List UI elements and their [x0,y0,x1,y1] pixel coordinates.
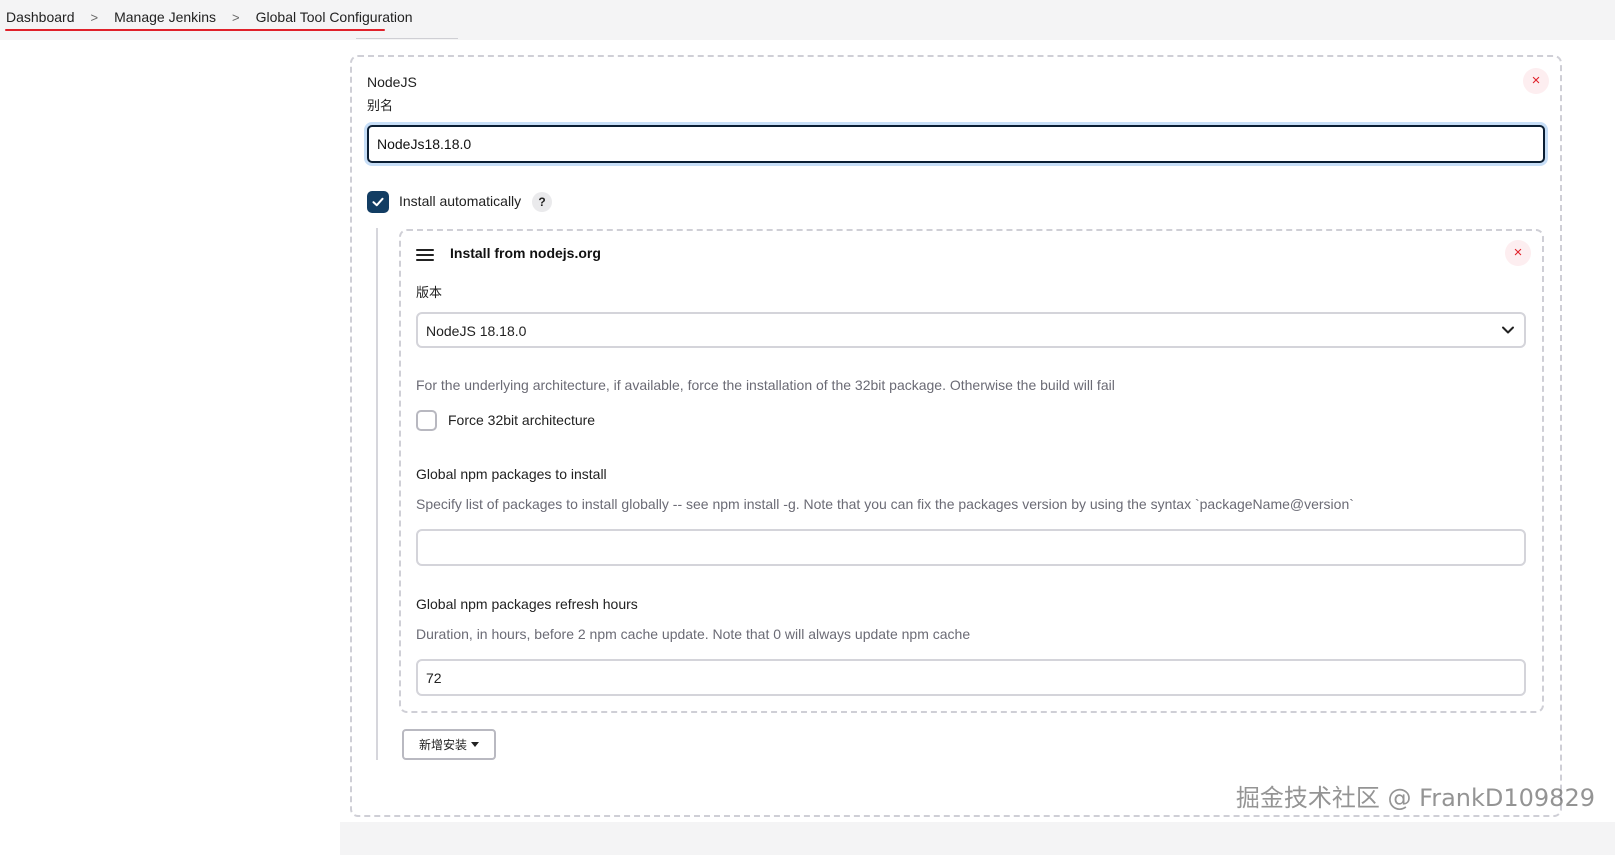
arch-description: For the underlying architecture, if avai… [416,377,1115,393]
watermark: 掘金技术社区 @ FrankD109829 [1235,784,1595,812]
npm-packages-label: Global npm packages to install [416,466,607,482]
breadcrumb-dashboard[interactable]: Dashboard [6,9,75,25]
check-icon [372,197,384,207]
chevron-right-icon: > [232,9,240,25]
name-input-focus-ring [364,122,1548,166]
install-automatically-checkbox[interactable] [367,191,389,213]
close-icon: × [1531,72,1541,89]
add-installer-button[interactable]: 新增安装 [402,729,496,760]
remove-installer-button[interactable]: × [1505,240,1531,266]
breadcrumb-global-tool-configuration[interactable]: Global Tool Configuration [256,9,413,25]
refresh-hours-label: Global npm packages refresh hours [416,596,638,612]
bottom-bar [340,822,1615,855]
nested-indent-line [376,228,378,760]
npm-packages-description: Specify list of packages to install glob… [416,496,1354,512]
caret-down-icon [471,742,479,747]
breadcrumb-highlight-underline [5,29,385,31]
breadcrumb: Dashboard > Manage Jenkins > Global Tool… [6,9,413,25]
drag-handle-icon[interactable] [416,246,434,262]
refresh-hours-description: Duration, in hours, before 2 npm cache u… [416,626,971,642]
add-installer-label: 新增安装 [418,738,467,752]
chevron-right-icon: > [90,9,99,25]
refresh-hours-input[interactable] [416,659,1526,696]
version-select-value: NodeJS 18.18.0 [426,323,527,339]
version-select[interactable]: NodeJS 18.18.0 [416,312,1526,348]
chevron-down-icon [1502,326,1514,334]
alias-label: 别名 [367,98,394,113]
tool-type-label: NodeJS [367,74,417,90]
remove-installation-button[interactable]: × [1523,68,1549,94]
installer-title: Install from nodejs.org [450,245,601,261]
install-automatically-label: Install automatically [399,193,522,209]
divider [356,38,458,39]
force-32bit-checkbox[interactable] [416,410,437,431]
name-input[interactable] [367,125,1545,163]
close-icon: × [1513,244,1523,261]
npm-packages-input[interactable] [416,529,1526,566]
help-icon[interactable]: ? [532,192,552,212]
version-label: 版本 [416,285,443,300]
breadcrumb-manage-jenkins[interactable]: Manage Jenkins [114,9,216,25]
force-32bit-label: Force 32bit architecture [448,412,596,428]
